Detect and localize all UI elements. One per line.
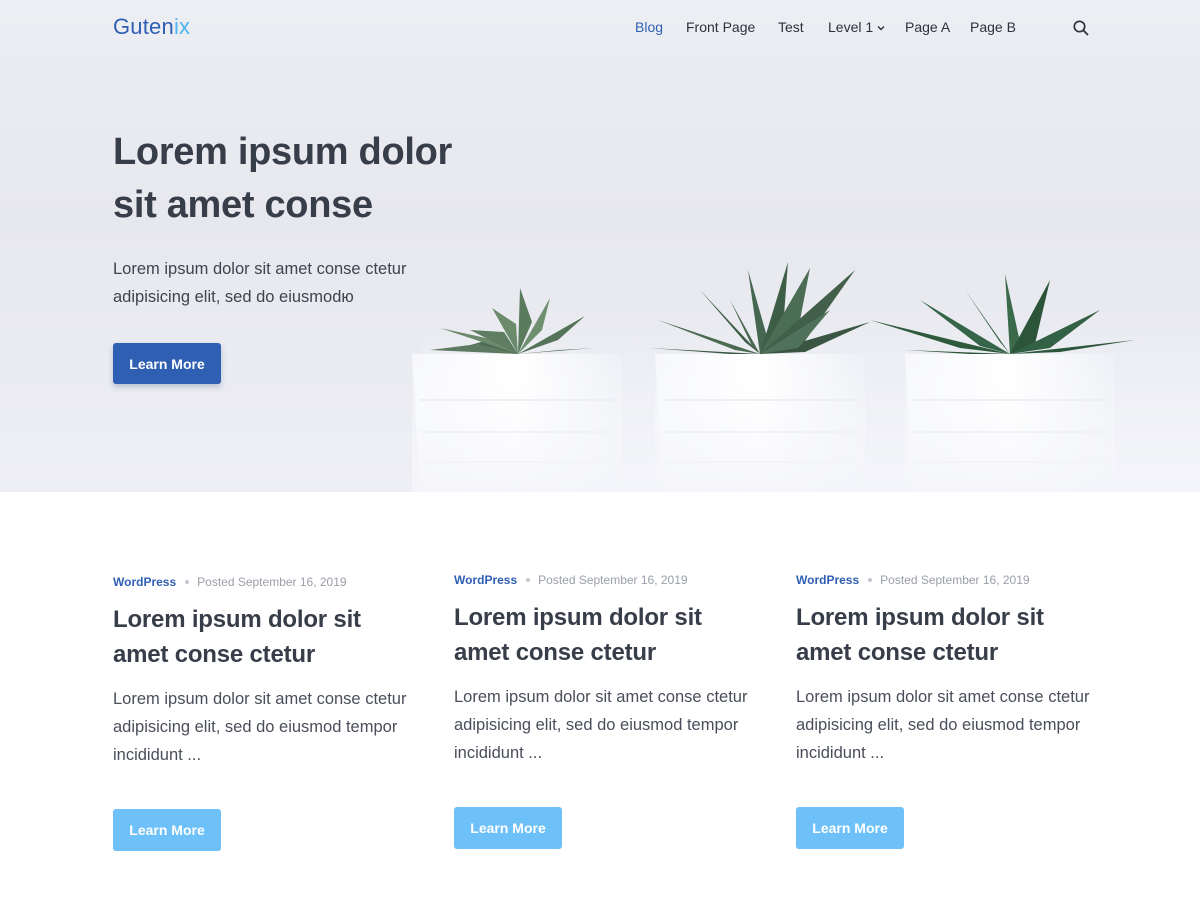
plant-3 [870, 274, 1135, 354]
post-title[interactable]: Lorem ipsum dolor sit amet conse ctetur [113, 602, 413, 672]
hero-subtitle: Lorem ipsum dolor sit amet conse ctetur … [113, 260, 407, 306]
post-learn-more-button[interactable]: Learn More [796, 807, 904, 849]
post-date: Posted September 16, 2019 [880, 573, 1030, 587]
post-excerpt: Lorem ipsum dolor sit amet conse ctetur … [796, 688, 1090, 762]
post-category-link[interactable]: WordPress [454, 573, 517, 587]
pot-3 [905, 354, 1115, 492]
succulent-plants-image [412, 262, 1135, 492]
post-excerpt: Lorem ipsum dolor sit amet conse ctetur … [113, 690, 407, 764]
meta-separator [526, 577, 531, 582]
nav-item-page-b[interactable]: Page B [970, 19, 1016, 35]
nav-item-test[interactable]: Test [778, 19, 804, 35]
post-meta: WordPress Posted September 16, 2019 [796, 573, 1030, 587]
pot-1 [412, 354, 622, 492]
post-title[interactable]: Lorem ipsum dolor sit amet conse ctetur [796, 600, 1096, 670]
nav-item-level-1[interactable]: Level 1 [828, 19, 886, 35]
post-excerpt: Lorem ipsum dolor sit amet conse ctetur … [454, 688, 748, 762]
search-icon[interactable] [1072, 19, 1090, 37]
post-date: Posted September 16, 2019 [197, 575, 347, 589]
plant-1 [430, 288, 595, 354]
site-header: Gutenix Blog Front Page Test Level 1 Pag… [0, 0, 1200, 56]
main-navigation: Blog Front Page Test Level 1 Page A Page… [0, 19, 1200, 39]
nav-item-page-a[interactable]: Page A [905, 19, 950, 35]
hero-section: Lorem ipsum dolor sit amet conse Lorem i… [0, 0, 1200, 492]
chevron-down-icon [877, 26, 885, 31]
post-learn-more-button[interactable]: Learn More [454, 807, 562, 849]
hero-title: Lorem ipsum dolor sit amet conse [113, 131, 453, 226]
plant-2 [650, 262, 870, 354]
post-meta: WordPress Posted September 16, 2019 [454, 573, 688, 587]
nav-item-blog[interactable]: Blog [635, 19, 663, 35]
nav-item-level-1-label: Level 1 [828, 19, 874, 35]
post-title[interactable]: Lorem ipsum dolor sit amet conse ctetur [454, 600, 754, 670]
post-meta: WordPress Posted September 16, 2019 [113, 575, 347, 589]
post-category-link[interactable]: WordPress [796, 573, 859, 587]
post-learn-more-button[interactable]: Learn More [113, 809, 221, 851]
hero-learn-more-button[interactable]: Learn More [113, 343, 221, 384]
post-category-link[interactable]: WordPress [113, 575, 176, 589]
meta-separator [868, 577, 873, 582]
post-date: Posted September 16, 2019 [538, 573, 688, 587]
meta-separator [185, 579, 190, 584]
pot-2 [655, 354, 865, 492]
nav-item-front-page[interactable]: Front Page [686, 19, 755, 35]
